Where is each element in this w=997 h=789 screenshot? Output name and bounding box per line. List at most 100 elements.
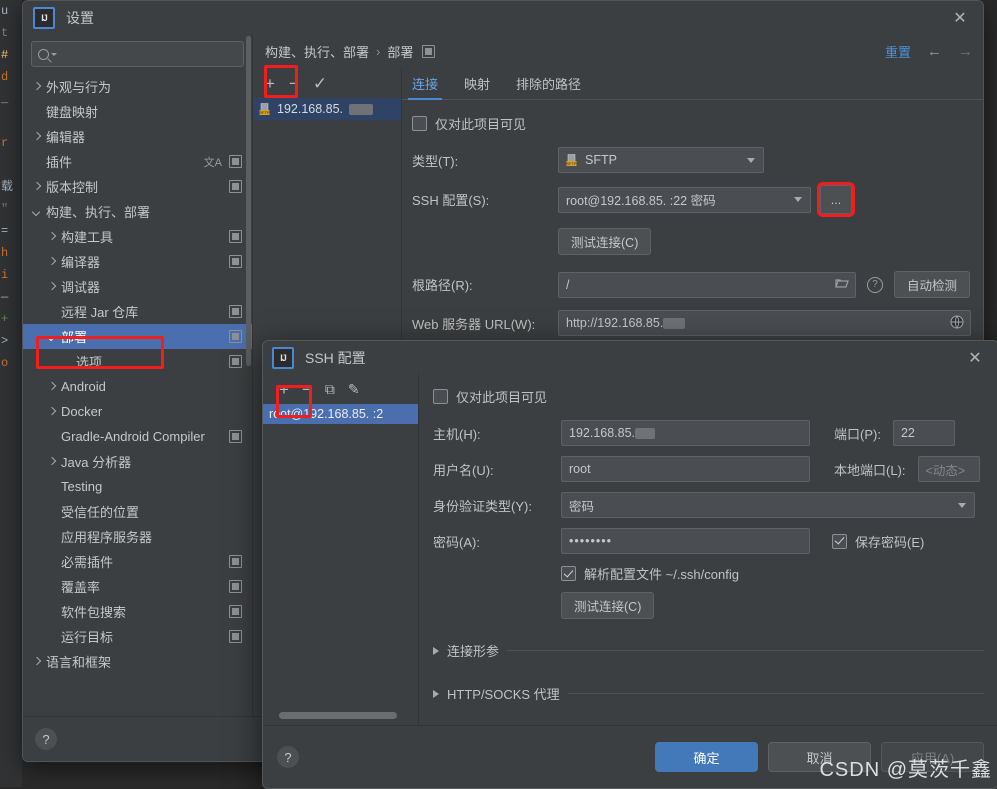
sidebar-item-16[interactable]: Testing: [23, 474, 252, 499]
sidebar-item-22[interactable]: 运行目标: [23, 624, 252, 649]
sidebar-item-10[interactable]: 部署: [23, 324, 252, 349]
username-input[interactable]: root: [561, 456, 810, 482]
http-socks-proxy-section[interactable]: HTTP/SOCKS 代理: [433, 684, 984, 703]
password-label: 密码(A):: [433, 534, 480, 550]
ssh-dialog-titlebar: IJ SSH 配置 ✕: [263, 341, 997, 374]
sidebar-item-14[interactable]: Gradle-Android Compiler: [23, 424, 252, 449]
password-input[interactable]: ••••••••: [561, 528, 810, 554]
tab-2[interactable]: 排除的路径: [516, 74, 581, 99]
type-value: SFTP: [585, 153, 617, 167]
chevron-down-icon: [958, 502, 966, 508]
sidebar-item-12[interactable]: Android: [23, 374, 252, 399]
sidebar-item-label: 语言和框架: [46, 655, 112, 670]
chevron-right-icon[interactable]: [46, 456, 58, 468]
parse-config-checkbox[interactable]: [561, 566, 576, 581]
sidebar-item-18[interactable]: 应用程序服务器: [23, 524, 252, 549]
remove-server-button[interactable]: −: [289, 75, 299, 92]
close-icon[interactable]: ✕: [960, 346, 990, 370]
sidebar-scrollbar[interactable]: [246, 36, 251, 366]
close-icon[interactable]: ✕: [945, 6, 975, 30]
add-server-button[interactable]: +: [265, 75, 275, 92]
chevron-down-icon[interactable]: [31, 206, 43, 218]
validate-server-button[interactable]: ✓: [313, 75, 327, 92]
help-icon[interactable]: ?: [867, 276, 883, 293]
remove-ssh-config-button[interactable]: −: [302, 381, 312, 398]
chevron-right-icon[interactable]: [31, 131, 43, 143]
ssh-config-form: 仅对此项目可见 主机(H): 192.168.85. 端口(P): 22 用户名…: [419, 374, 997, 726]
local-port-input[interactable]: <动态>: [917, 456, 980, 482]
port-input[interactable]: 22: [892, 420, 955, 446]
ssh-config-browse-button[interactable]: ...: [817, 182, 855, 217]
chevron-right-icon[interactable]: [46, 406, 58, 418]
sidebar-item-13[interactable]: Docker: [23, 399, 252, 424]
breadcrumb-parent[interactable]: 构建、执行、部署: [265, 42, 369, 61]
sidebar-item-17[interactable]: 受信任的位置: [23, 499, 252, 524]
sidebar-item-23[interactable]: 语言和框架: [23, 649, 252, 674]
chevron-right-icon[interactable]: [46, 381, 58, 393]
sidebar-item-3[interactable]: 插件 文A: [23, 149, 252, 174]
reset-link[interactable]: 重置: [885, 42, 911, 61]
chevron-right-icon[interactable]: [31, 656, 43, 668]
save-password-checkbox[interactable]: [832, 533, 847, 549]
ssh-config-select[interactable]: root@192.168.85. :22 密码: [558, 186, 811, 213]
ssh-list-horizontal-scrollbar[interactable]: [279, 712, 397, 719]
folder-icon[interactable]: [835, 278, 849, 292]
ssh-visible-only-checkbox[interactable]: [433, 389, 448, 404]
search-box[interactable]: [31, 41, 244, 67]
sidebar-item-7[interactable]: 编译器: [23, 249, 252, 274]
sidebar-item-9[interactable]: 远程 Jar 仓库: [23, 299, 252, 324]
chevron-right-icon[interactable]: [46, 281, 58, 293]
sidebar-item-20[interactable]: 覆盖率: [23, 574, 252, 599]
sidebar-item-label: 外观与行为: [46, 80, 112, 95]
ssh-config-dialog: IJ SSH 配置 ✕ + − ⧉ ✎ root@192.168.85. :2: [262, 340, 997, 789]
edit-ssh-config-button[interactable]: ✎: [348, 382, 360, 396]
help-icon[interactable]: ?: [35, 728, 57, 750]
chevron-right-icon[interactable]: [46, 256, 58, 268]
globe-icon[interactable]: [950, 315, 964, 332]
sidebar-item-19[interactable]: 必需插件: [23, 549, 252, 574]
tab-0[interactable]: 连接: [407, 74, 443, 100]
type-label: 类型(T):: [412, 153, 459, 169]
sidebar-item-5[interactable]: 构建、执行、部署: [23, 199, 252, 224]
sidebar-item-0[interactable]: 外观与行为: [23, 74, 252, 99]
auth-type-select[interactable]: 密码: [561, 492, 975, 518]
ok-button[interactable]: 确定: [655, 742, 758, 772]
sidebar-item-label: Docker: [61, 404, 103, 419]
sidebar-item-1[interactable]: 键盘映射: [23, 99, 252, 124]
type-select[interactable]: SFTP SFTP: [558, 147, 764, 173]
ssh-visible-only-label: 仅对此项目可见: [456, 390, 548, 405]
chevron-down-icon[interactable]: [46, 331, 58, 343]
sidebar-item-8[interactable]: 调试器: [23, 274, 252, 299]
test-connection-button[interactable]: 测试连接(C): [558, 228, 652, 255]
add-ssh-config-button[interactable]: +: [279, 381, 289, 398]
sidebar-item-4[interactable]: 版本控制: [23, 174, 252, 199]
settings-tree[interactable]: 外观与行为键盘映射 编辑器 插件 文A 版本控制 构建、执行、部署 构建工具 编译器 调试器 远程…: [23, 74, 252, 717]
sidebar-item-21[interactable]: 软件包搜索: [23, 599, 252, 624]
help-icon[interactable]: ?: [277, 746, 299, 768]
tab-1[interactable]: 映射: [464, 74, 490, 99]
web-server-url-input[interactable]: http://192.168.85.: [558, 310, 971, 336]
server-list-item[interactable]: SFTP 192.168.85.: [253, 98, 401, 120]
search-input[interactable]: [62, 46, 237, 62]
sidebar-item-11[interactable]: 选项: [23, 349, 252, 374]
ssh-test-connection-button[interactable]: 测试连接(C): [561, 592, 655, 619]
connection-tabs[interactable]: 连接 映射 排除的路径: [402, 68, 983, 100]
chevron-right-icon[interactable]: [31, 81, 43, 93]
ssh-config-list-item[interactable]: root@192.168.85. :2: [263, 404, 418, 424]
connection-params-section[interactable]: 连接形参: [433, 641, 984, 660]
port-label: 端口(P):: [834, 426, 881, 442]
sidebar-item-15[interactable]: Java 分析器: [23, 449, 252, 474]
root-path-input[interactable]: /: [558, 271, 856, 298]
autodetect-button[interactable]: 自动检测: [894, 271, 971, 298]
nav-back-icon[interactable]: ←: [927, 43, 942, 60]
copy-ssh-config-button[interactable]: ⧉: [325, 382, 335, 396]
chevron-right-icon[interactable]: [31, 181, 43, 193]
visible-only-checkbox[interactable]: [412, 116, 427, 131]
host-input[interactable]: 192.168.85.: [561, 420, 810, 446]
sidebar-item-6[interactable]: 构建工具: [23, 224, 252, 249]
chevron-right-icon[interactable]: [46, 231, 58, 243]
sidebar-item-2[interactable]: 编辑器: [23, 124, 252, 149]
nav-forward-icon[interactable]: →: [958, 43, 973, 60]
